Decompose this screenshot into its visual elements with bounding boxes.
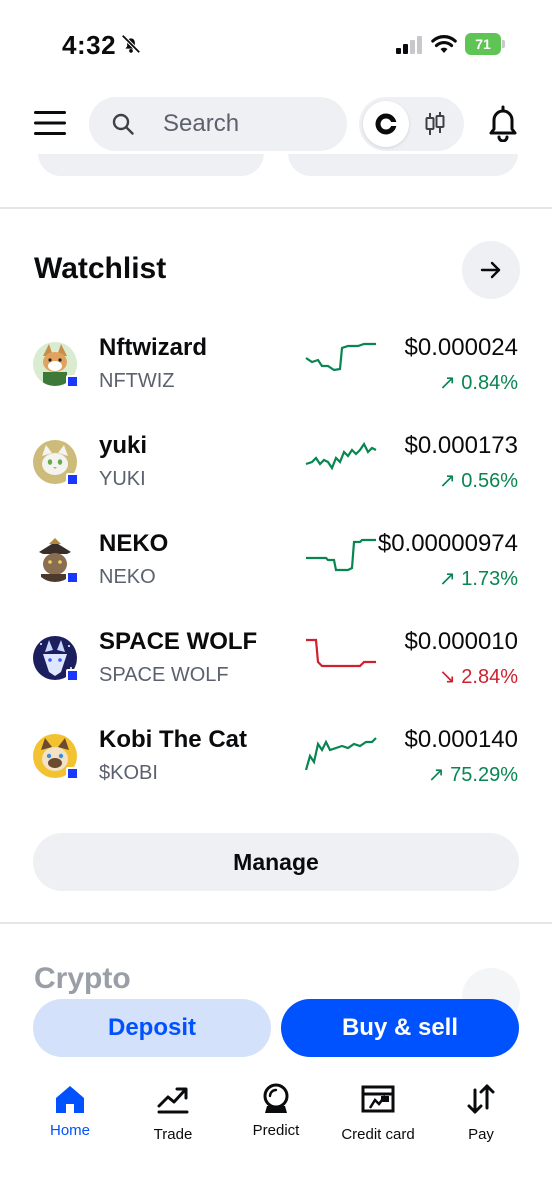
price-sparkline bbox=[305, 342, 376, 372]
trade-chart-icon bbox=[157, 1087, 189, 1114]
section-divider bbox=[0, 207, 552, 209]
status-time: 4:32 bbox=[62, 30, 117, 60]
coin-ticker: NEKO bbox=[99, 566, 156, 588]
bottom-navigation: Home Trade Predict Credit card Pay bbox=[0, 1070, 552, 1200]
simple-mode-option-layer bbox=[363, 101, 409, 147]
coin-name: yuki bbox=[99, 432, 148, 459]
coin-ticker: NFTWIZ bbox=[99, 370, 175, 392]
manage-watchlist-button[interactable]: Manage bbox=[33, 833, 519, 891]
coin-name: NEKO bbox=[99, 530, 169, 557]
coin-name: SPACE WOLF bbox=[99, 628, 258, 655]
transfer-arrows-icon bbox=[467, 1084, 495, 1114]
nav-trade-label: Trade bbox=[153, 1126, 193, 1143]
mode-toggle-layer bbox=[359, 97, 464, 151]
chain-badge bbox=[66, 669, 79, 682]
watchlist-title: Watchlist bbox=[34, 252, 167, 285]
crystal-ball-icon bbox=[263, 1083, 289, 1113]
coin-price: $0.000140 bbox=[404, 726, 518, 753]
coin-change: ↗ 0.84% bbox=[438, 372, 518, 394]
chain-badge bbox=[66, 375, 79, 388]
coin-change: ↗ 1.73% bbox=[438, 568, 518, 590]
search-placeholder-layer: Search bbox=[163, 110, 240, 137]
battery-level: 71 bbox=[465, 33, 501, 55]
nftwizard-avatar bbox=[33, 342, 79, 388]
price-sparkline bbox=[305, 441, 377, 471]
watchlist-item-yuki[interactable]: yuki YUKI $0.000173 ↗ 0.56% bbox=[0, 420, 552, 510]
price-sparkline bbox=[306, 638, 376, 668]
wifi-icon bbox=[431, 35, 457, 53]
chain-badge bbox=[66, 767, 79, 780]
bell-slash-icon bbox=[121, 34, 141, 54]
notifications-bell-icon-layer bbox=[489, 105, 517, 142]
coin-change: ↘ 2.84% bbox=[438, 666, 518, 688]
coin-ticker: YUKI bbox=[99, 468, 146, 490]
nav-credit-card[interactable]: Credit card bbox=[328, 1070, 428, 1160]
coin-price: $0.000010 bbox=[404, 628, 518, 655]
price-sparkline bbox=[306, 538, 376, 572]
chain-badge bbox=[66, 473, 79, 486]
credit-card-icon bbox=[361, 1085, 395, 1113]
coin-price: $0.000024 bbox=[404, 334, 518, 361]
watchlist-item-space-wolf[interactable]: SPACE WOLF SPACE WOLF $0.000010 ↘ 2.84% bbox=[0, 616, 552, 706]
coin-price: $0.00000974 bbox=[377, 530, 518, 557]
nav-trade[interactable]: Trade bbox=[123, 1070, 223, 1160]
yuki-avatar bbox=[33, 440, 79, 486]
nav-predict[interactable]: Predict bbox=[226, 1070, 326, 1160]
search-icon bbox=[112, 113, 134, 135]
search-box-layer: Search bbox=[89, 97, 347, 151]
nav-pay[interactable]: Pay bbox=[431, 1070, 531, 1160]
deposit-button[interactable]: Deposit bbox=[33, 999, 271, 1057]
price-sparkline bbox=[304, 737, 377, 771]
battery-nub bbox=[502, 40, 505, 48]
coin-logo-icon bbox=[375, 113, 397, 135]
crypto-section-title: Crypto bbox=[34, 962, 131, 995]
arrow-right-icon bbox=[480, 261, 501, 279]
coin-name: Kobi The Cat bbox=[99, 726, 247, 753]
cellular-signal-icon bbox=[396, 36, 422, 54]
watchlist-item-kobi-the-cat[interactable]: Kobi The Cat $KOBI $0.000140 ↗ 75.29% bbox=[0, 714, 552, 804]
coin-ticker: $KOBI bbox=[99, 762, 158, 784]
nav-credit-card-label: Credit card bbox=[341, 1126, 415, 1143]
section-divider bbox=[0, 922, 552, 924]
hamburger-menu-icon-layer bbox=[34, 111, 66, 135]
coin-change: ↗ 0.56% bbox=[438, 470, 518, 492]
space-wolf-avatar bbox=[33, 636, 79, 682]
nav-home[interactable]: Home bbox=[20, 1070, 120, 1160]
nav-predict-label: Predict bbox=[252, 1122, 300, 1139]
chain-badge bbox=[66, 571, 79, 584]
nav-home-label: Home bbox=[49, 1122, 90, 1139]
watchlist-item-nftwizard[interactable]: Nftwizard NFTWIZ $0.000024 ↗ 0.84% bbox=[0, 322, 552, 412]
status-bar: 4:32 71 bbox=[0, 0, 552, 80]
watchlist-item-neko[interactable]: NEKO NEKO $0.00000974 ↗ 1.73% bbox=[0, 518, 552, 608]
nav-pay-label: Pay bbox=[468, 1126, 494, 1143]
neko-avatar bbox=[33, 538, 79, 584]
coin-change: ↗ 75.29% bbox=[427, 764, 518, 786]
candlestick-chart-icon bbox=[425, 112, 445, 135]
coin-name: Nftwizard bbox=[99, 334, 207, 361]
battery-indicator: 71 bbox=[465, 33, 505, 55]
watchlist-see-all-button[interactable] bbox=[462, 241, 520, 299]
buy-sell-button[interactable]: Buy & sell bbox=[281, 999, 519, 1057]
kobi-avatar bbox=[33, 734, 79, 780]
coin-price: $0.000173 bbox=[404, 432, 518, 459]
coin-ticker: SPACE WOLF bbox=[99, 664, 229, 686]
home-icon bbox=[56, 1086, 84, 1113]
